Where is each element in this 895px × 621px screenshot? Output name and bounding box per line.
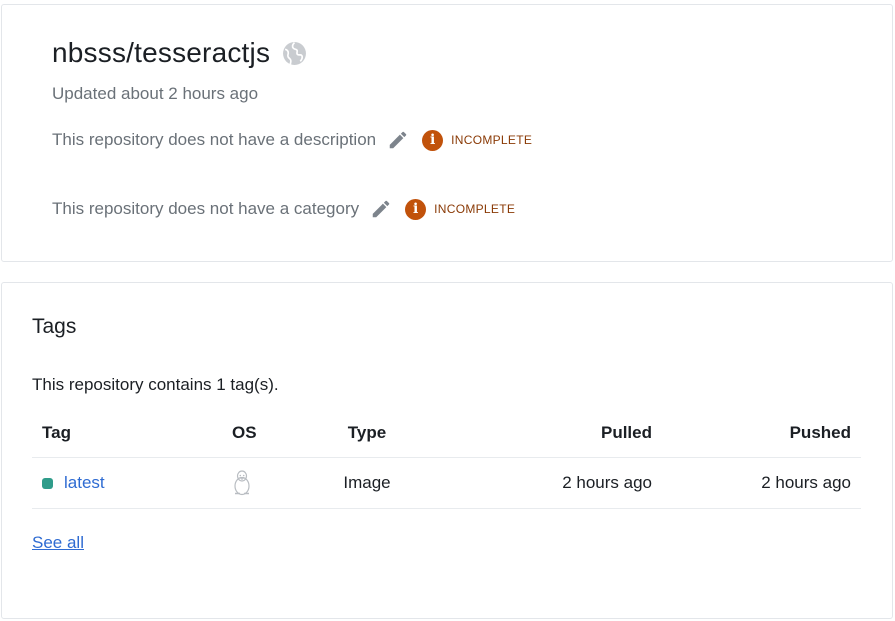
column-header-os: OS [222,409,302,458]
pushed-cell: 2 hours ago [662,457,861,509]
column-header-type: Type [302,409,432,458]
description-row: This repository does not have a descript… [52,129,532,151]
globe-icon [282,41,307,66]
category-text: This repository does not have a category [52,199,360,218]
category-status: INCOMPLETE [434,202,516,216]
repository-info-card: nbsss/tesseractjs Updated about 2 hours … [1,4,893,262]
column-header-pulled: Pulled [432,409,662,458]
repo-title: nbsss/tesseractjs [52,37,271,68]
updated-timestamp: Updated about 2 hours ago [52,84,259,103]
incomplete-info-icon: i [422,129,444,151]
pulled-cell: 2 hours ago [432,457,662,509]
type-cell: Image [302,457,432,509]
description-status: INCOMPLETE [451,133,533,147]
edit-category-pencil-icon[interactable] [370,198,392,220]
column-header-tag: Tag [32,409,222,458]
tag-link[interactable]: latest [64,473,105,493]
column-header-pushed: Pushed [662,409,861,458]
tags-title: Tags [32,315,77,338]
repo-title-row: nbsss/tesseractjs [52,37,307,69]
tags-count-text: This repository contains 1 tag(s). [32,375,279,394]
tag-cell: latest [32,457,222,509]
tag-status-dot [42,477,53,489]
edit-description-pencil-icon[interactable] [387,129,409,151]
tags-table: Tag OS Type Pulled Pushed latest Image 2… [32,409,861,509]
category-row: This repository does not have a category… [52,198,515,220]
os-cell [222,457,302,509]
see-all-link[interactable]: See all [32,533,84,553]
incomplete-info-icon: i [405,198,427,220]
tags-table-header: Tag OS Type Pulled Pushed [32,409,861,458]
tags-card: Tags This repository contains 1 tag(s). … [1,282,893,619]
description-text: This repository does not have a descript… [52,130,377,149]
table-row: latest Image 2 hours ago 2 hours ago [32,457,861,509]
linux-icon [232,470,252,496]
